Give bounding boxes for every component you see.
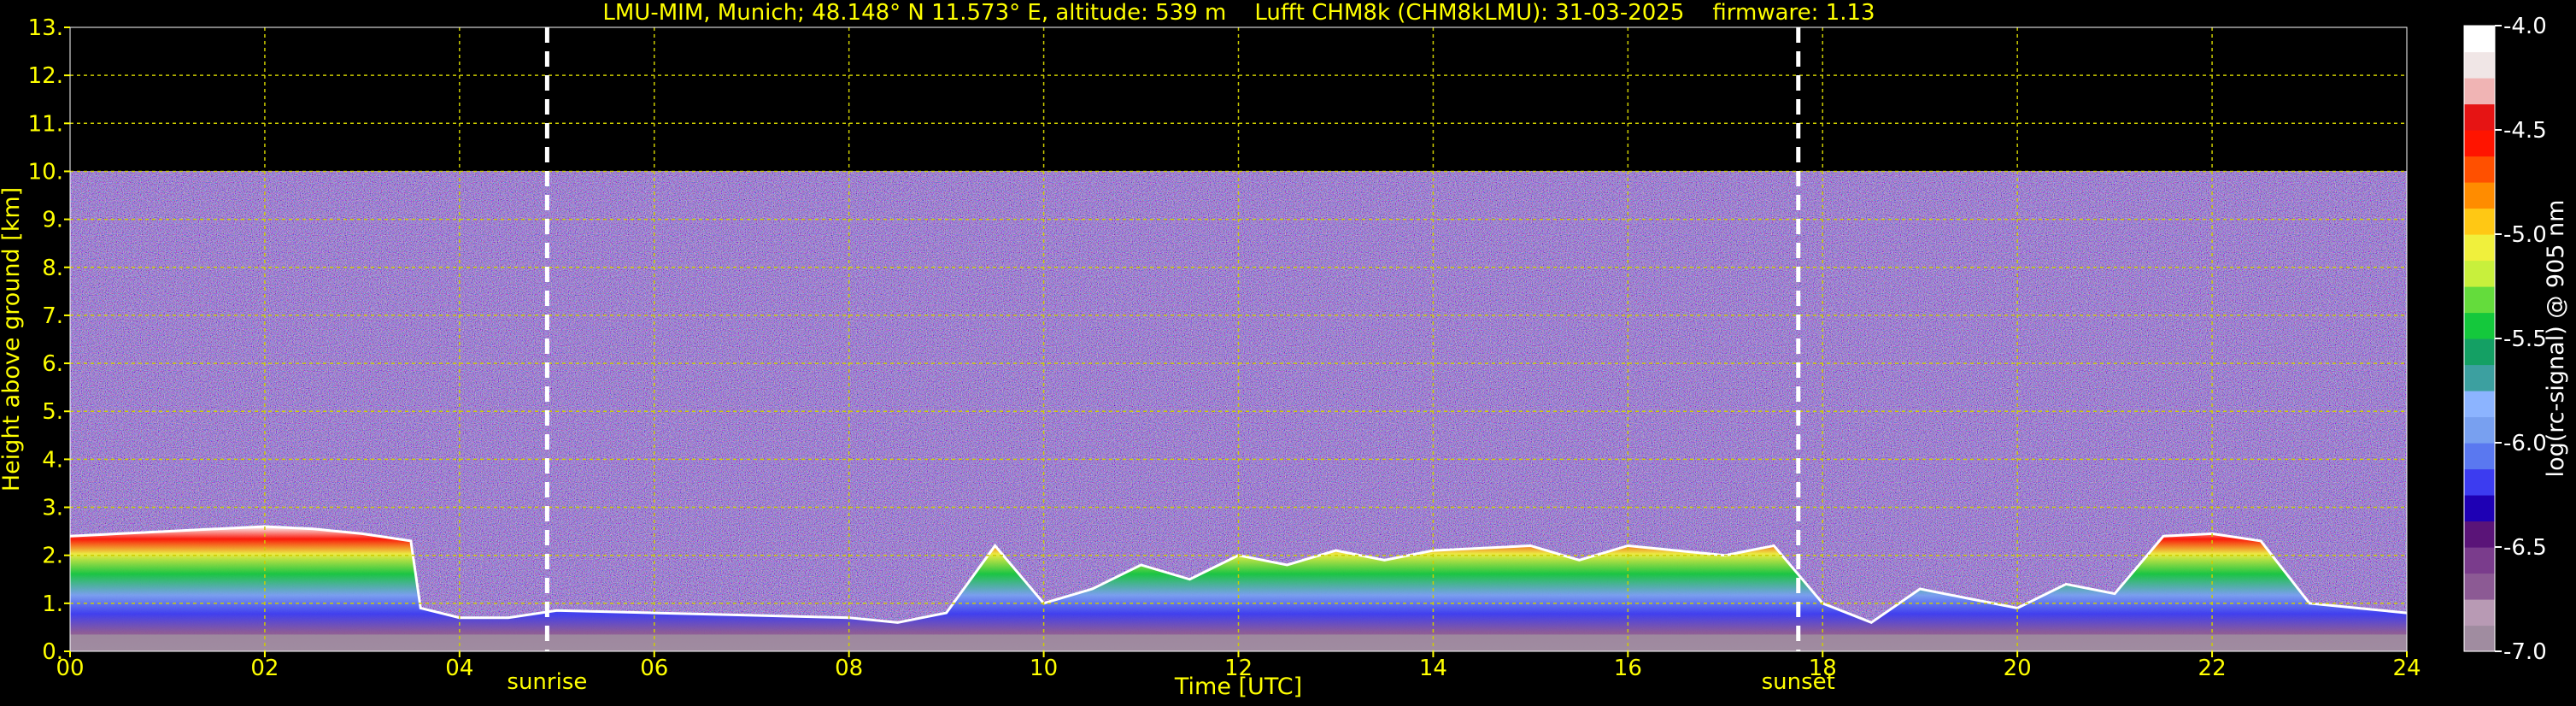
colorbar-label: log(rc-signal) @ 905 nm — [2543, 200, 2569, 478]
y-tick-label: 8. — [42, 256, 63, 281]
colorbar-tick-label: -7.0 — [2503, 639, 2547, 665]
y-tick-label: 0. — [42, 639, 63, 665]
y-tick-label: 12. — [28, 63, 63, 89]
x-tick-label: 24 — [2392, 656, 2421, 681]
colorbar-tick-label: -4.5 — [2503, 118, 2547, 144]
colorbar-segment — [2464, 182, 2495, 209]
x-tick-label: 18 — [1809, 656, 1837, 681]
colorbar-segment — [2464, 573, 2495, 600]
x-tick-label: 22 — [2198, 656, 2227, 681]
colorbar-tick-label: -5.0 — [2503, 222, 2547, 248]
x-tick-label: 04 — [445, 656, 473, 681]
x-tick-label: 16 — [1614, 656, 1642, 681]
colorbar-segment — [2464, 208, 2495, 235]
colorbar-segment — [2464, 78, 2495, 105]
colorbar-segment — [2464, 625, 2495, 652]
colorbar-segment — [2464, 156, 2495, 183]
colorbar-segment — [2464, 599, 2495, 627]
colorbar-segment — [2464, 312, 2495, 339]
colorbar-segment — [2464, 51, 2495, 79]
y-tick-label: 1. — [42, 591, 63, 617]
x-tick-label: 02 — [250, 656, 279, 681]
colorbar-segment — [2464, 521, 2495, 548]
plot-area: sunrise sunset00 02 04 06 08 10 12 14 16 18 20 22 24T… — [0, 15, 2421, 700]
y-tick-label: 6. — [42, 351, 63, 377]
colorbar-segment — [2464, 26, 2495, 53]
colorbar-segment — [2464, 234, 2495, 262]
ceilometer-chart: sunrise sunset00 02 04 06 08 10 12 14 16 18 20 22 24T… — [0, 14, 2569, 700]
colorbar-segment — [2464, 416, 2495, 444]
x-tick-label: 06 — [640, 656, 668, 681]
colorbar-segment — [2464, 391, 2495, 418]
x-tick-label: 08 — [835, 656, 863, 681]
colorbar-segment — [2464, 130, 2495, 157]
sunrise-label: sunrise — [507, 669, 587, 695]
colorbar-segment — [2464, 260, 2495, 287]
colorbar-segment — [2464, 103, 2495, 131]
colorbar-segment — [2464, 495, 2495, 522]
y-tick-label: 7. — [42, 303, 63, 329]
colorbar-segment — [2464, 443, 2495, 470]
colorbar-segment — [2464, 338, 2495, 366]
y-tick-label: 3. — [42, 496, 63, 521]
colorbar-tick-label: -4.0 — [2503, 14, 2547, 39]
y-axis-label: Height above ground [km] — [0, 187, 25, 491]
x-tick-label: 14 — [1419, 656, 1447, 681]
colorbar-segment — [2464, 286, 2495, 314]
colorbar-segment — [2464, 468, 2495, 496]
x-axis-label: Time [UTC] — [1174, 674, 1302, 700]
colorbar-segment — [2464, 547, 2495, 574]
colorbar-segment — [2464, 364, 2495, 391]
colorbar-tick-label: -6.5 — [2503, 535, 2547, 561]
y-tick-label: 4. — [42, 447, 63, 473]
x-tick-label: 20 — [2004, 656, 2032, 681]
y-tick-label: 10. — [28, 159, 63, 185]
colorbar-tick-label: -5.5 — [2503, 327, 2547, 352]
y-tick-label: 5. — [42, 399, 63, 425]
y-tick-label: 2. — [42, 544, 63, 569]
y-tick-label: 11. — [28, 111, 63, 137]
y-tick-label: 9. — [42, 208, 63, 233]
x-tick-label: 10 — [1030, 656, 1058, 681]
y-tick-label: 13. — [28, 15, 63, 41]
colorbar-tick-label: -6.0 — [2503, 431, 2547, 456]
colorbar: -4.0 -4.5 -5.0 -5.5 -6.0 -6.5 -7.0 log(rc-signa… — [2463, 14, 2569, 665]
